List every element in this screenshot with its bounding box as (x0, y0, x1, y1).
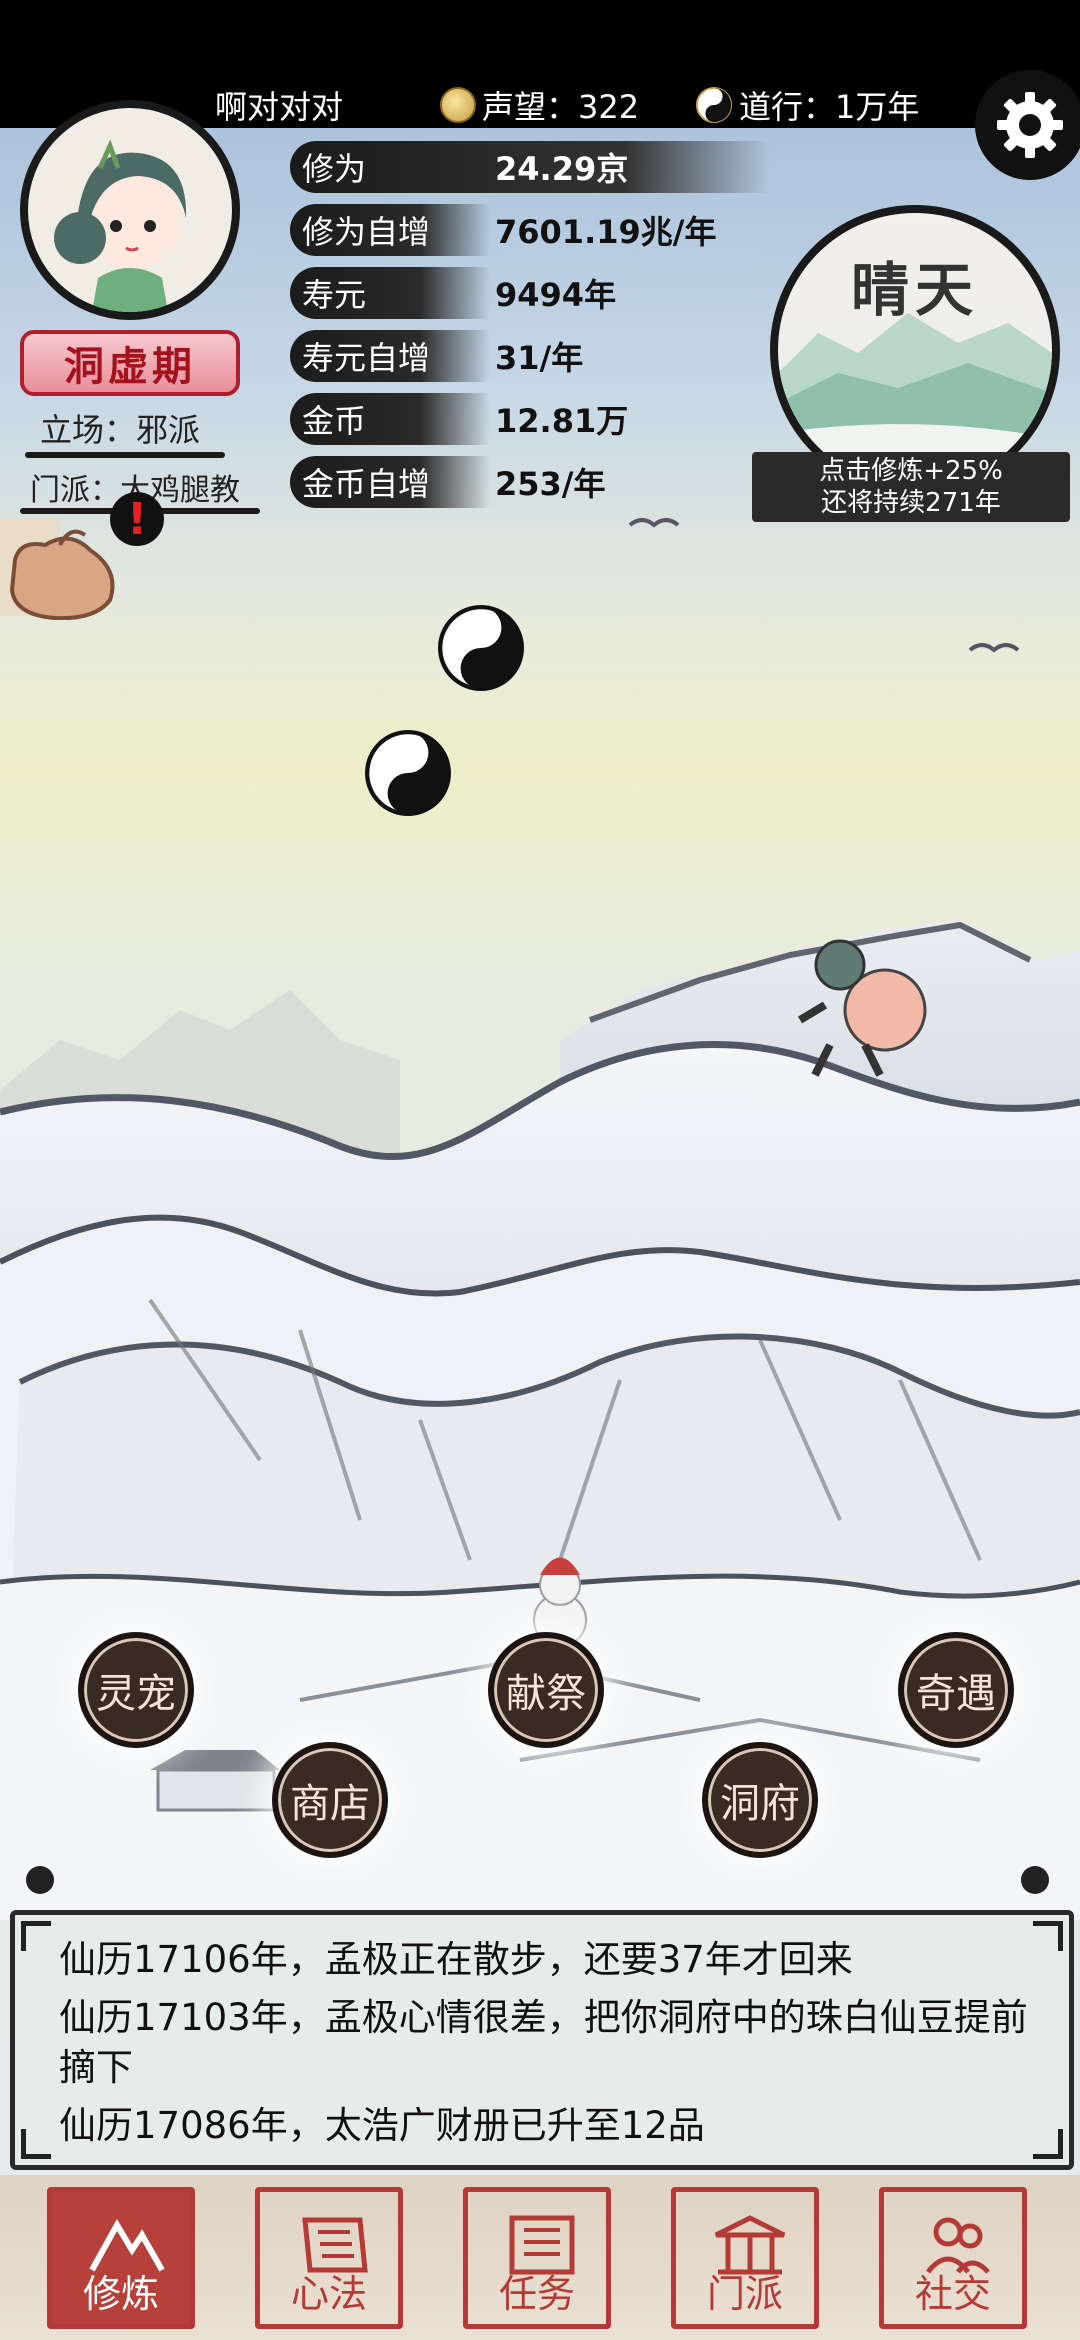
stat-value: 31/年 (495, 338, 584, 377)
fame-display: 声望：322 (440, 82, 639, 128)
log-entry: 仙历17086年，太浩广财册已升至12品 (59, 2104, 705, 2147)
weather-duration: 还将持续271年 (821, 488, 1001, 518)
taiji-orb[interactable] (438, 605, 524, 691)
coin-icon (440, 87, 476, 123)
avatar-portrait (54, 139, 187, 312)
stat-label: 金币自增 (290, 455, 490, 508)
cave-button[interactable]: 洞府 (702, 1742, 818, 1858)
nav-label: 修炼 (82, 2272, 159, 2316)
stat-value: 12.81万 (495, 401, 629, 440)
nav-tab-quest[interactable]: 任务 (463, 2187, 611, 2329)
stat-row-lifespan-rate: 寿元自增 31/年 (290, 324, 790, 387)
encounter-button[interactable]: 奇遇 (898, 1632, 1014, 1748)
shop-button[interactable]: 商店 (272, 1742, 388, 1858)
bottom-nav: 修炼 心法 任务 门派 社交 (0, 2175, 1080, 2340)
stat-row-gold: 金币 12.81万 (290, 387, 790, 450)
stat-value: 253/年 (495, 464, 606, 503)
dao-display: 道行：1万年 (695, 82, 919, 128)
settings-button[interactable] (975, 70, 1080, 180)
weather-bonus: 点击修炼+25% (819, 456, 1003, 486)
stat-label: 寿元 (290, 266, 490, 319)
nav-tab-sect[interactable]: 门派 (671, 2187, 819, 2329)
nav-tab-social[interactable]: 社交 (879, 2187, 1027, 2329)
event-log[interactable]: 仙历17106年，孟极正在散步，还要37年才回来 仙历17103年，孟极心情很差… (10, 1910, 1074, 2170)
nav-label: 社交 (914, 2272, 991, 2316)
stat-value: 7601.19兆/年 (495, 212, 717, 251)
stance-underline (25, 452, 225, 458)
nav-label: 门派 (706, 2272, 783, 2316)
stat-value: 24.29京 (495, 149, 629, 188)
gear-icon (997, 92, 1063, 158)
fame-text: 声望：322 (482, 88, 640, 126)
stat-row-gold-rate: 金币自增 253/年 (290, 450, 790, 513)
log-corner (21, 2129, 51, 2159)
sacrifice-button[interactable]: 献祭 (488, 1632, 604, 1748)
stance-label: 立场：邪派 (40, 411, 201, 449)
pet-button[interactable]: 灵宠 (78, 1632, 194, 1748)
weather-tip: 点击修炼+25% 还将持续271年 (752, 452, 1070, 522)
stat-row-cultivation-rate: 修为自增 7601.19兆/年 (290, 198, 790, 261)
player-avatar[interactable] (20, 100, 240, 320)
log-entry: 仙历17106年，孟极正在散步，还要37年才回来 (59, 1938, 853, 1981)
taiji-orb[interactable] (365, 730, 451, 816)
realm-badge: 洞虚期 (20, 330, 240, 396)
dao-text: 道行：1万年 (739, 88, 920, 126)
stat-value: 9494年 (495, 275, 617, 314)
nav-label: 心法 (290, 2272, 367, 2316)
stats-panel: 修为 24.29京 修为自增 7601.19兆/年 寿元 9494年 寿元自增 … (290, 135, 790, 513)
stat-label: 修为自增 (290, 203, 490, 256)
bag-alert-badge: ! (110, 492, 164, 546)
game-screen: 啊对对对 声望：322 道行：1万年 洞虚期 立场：邪派 门派：大鸡腿教 ! 修… (0, 0, 1080, 2340)
taiji-icon (695, 86, 733, 124)
log-entry: 仙历17103年，孟极心情很差，把你洞府中的珠白仙豆提前摘下 (59, 1996, 1028, 2089)
stat-label: 寿元自增 (290, 329, 490, 382)
weather-title: 晴天 (850, 256, 979, 324)
stat-row-cultivation: 修为 24.29京 (290, 135, 790, 198)
nav-label: 任务 (498, 2272, 575, 2316)
log-corner (1033, 1921, 1063, 1951)
player-name: 啊对对对 (215, 88, 344, 126)
log-corner (1033, 2129, 1063, 2159)
nav-tab-cultivate[interactable]: 修炼 (47, 2187, 195, 2329)
stat-label: 金币 (290, 392, 490, 445)
stat-row-lifespan: 寿元 9494年 (290, 261, 790, 324)
nav-tab-technique[interactable]: 心法 (255, 2187, 403, 2329)
log-corner (21, 1921, 51, 1951)
